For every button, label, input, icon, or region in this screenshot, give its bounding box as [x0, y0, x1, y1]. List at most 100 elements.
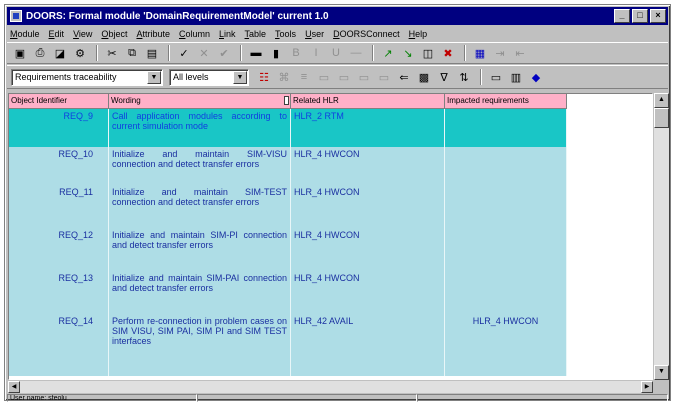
object-identifier-cell[interactable]: REQ_14	[9, 314, 109, 376]
link-end-icon[interactable]: ↘	[399, 44, 417, 62]
impacted-requirements-cell[interactable]	[445, 271, 567, 314]
close-button[interactable]: ×	[650, 9, 666, 23]
related-hlr-cell[interactable]: HLR_42 AVAIL	[291, 314, 445, 376]
delete-link-icon[interactable]: ✖	[439, 44, 457, 62]
cut-icon[interactable]: ✂	[103, 44, 121, 62]
scroll-down-icon[interactable]: ▼	[654, 365, 669, 380]
underline-icon[interactable]: U	[327, 44, 345, 62]
wording-cell[interactable]: Perform re-connection in problem cases o…	[109, 314, 291, 376]
outdent-icon[interactable]: ⇤	[511, 44, 529, 62]
related-hlr-cell[interactable]: HLR_4 HWCON	[291, 228, 445, 271]
wording-cell[interactable]: Initialize and maintain SIM-VISU connect…	[109, 147, 291, 185]
print-icon[interactable]: ⎙	[31, 44, 49, 62]
table-row[interactable]: REQ_10 Initialize and maintain SIM-VISU …	[9, 147, 652, 185]
menu-tools[interactable]: Tools	[275, 29, 296, 39]
menu-help[interactable]: Help	[409, 29, 428, 39]
link-properties-icon[interactable]: ◫	[419, 44, 437, 62]
menu-module[interactable]: Module	[10, 29, 40, 39]
horizontal-scrollbar[interactable]: ◀ ▶	[8, 381, 653, 393]
menu-object[interactable]: Object	[101, 29, 127, 39]
minimize-button[interactable]: _	[614, 9, 630, 23]
object-identifier-cell[interactable]: REQ_13	[9, 271, 109, 314]
menu-doorsconnect[interactable]: DOORSConnect	[333, 29, 400, 39]
chevron-down-icon[interactable]: ▼	[147, 70, 161, 84]
wording-cell[interactable]: Call application modules according to cu…	[109, 109, 291, 147]
save-icon[interactable]: ▣	[11, 44, 29, 62]
level-1-icon[interactable]: ▭	[315, 68, 333, 86]
related-hlr-cell[interactable]: HLR_4 HWCON	[291, 271, 445, 314]
table-row[interactable]: REQ_14 Perform re-connection in problem …	[9, 314, 652, 376]
scroll-up-icon[interactable]: ▲	[654, 93, 669, 108]
window-icon[interactable]: ▭	[487, 68, 505, 86]
spell-check-icon[interactable]: ✓	[175, 44, 193, 62]
vertical-scrollbar[interactable]: ▲ ▼	[654, 93, 669, 380]
bold-icon[interactable]: B	[287, 44, 305, 62]
level-3-icon[interactable]: ▭	[355, 68, 373, 86]
menu-column[interactable]: Column	[179, 29, 210, 39]
impacted-requirements-cell[interactable]: HLR_4 HWCON	[445, 314, 567, 376]
delete-icon[interactable]: ✕	[195, 44, 213, 62]
object-identifier-cell[interactable]: REQ_10	[9, 147, 109, 185]
level-2-icon[interactable]: ▭	[335, 68, 353, 86]
display-icon[interactable]: ▩	[415, 68, 433, 86]
impacted-requirements-cell[interactable]	[445, 147, 567, 185]
sort-icon[interactable]: ⇅	[455, 68, 473, 86]
vertical-scroll-thumb[interactable]	[654, 108, 669, 128]
maximize-button[interactable]: □	[632, 9, 648, 23]
table-icon[interactable]: ▦	[471, 44, 489, 62]
link-start-icon[interactable]: ↗	[379, 44, 397, 62]
column-resize-icon[interactable]	[284, 96, 289, 105]
chevron-down-icon[interactable]: ▼	[233, 70, 247, 84]
impacted-requirements-cell[interactable]	[445, 109, 567, 147]
paste-icon[interactable]: ▤	[143, 44, 161, 62]
view-select[interactable]: Requirements traceability ▼	[11, 68, 163, 86]
column-header-wording[interactable]: Wording	[109, 94, 291, 109]
filter-funnel-icon[interactable]: ∇	[435, 68, 453, 86]
menu-user[interactable]: User	[305, 29, 324, 39]
wording-cell[interactable]: Initialize and maintain SIM-PAI connecti…	[109, 271, 291, 314]
column-header-related-hlr[interactable]: Related HLR	[291, 94, 445, 109]
impacted-requirements-cell[interactable]	[445, 228, 567, 271]
related-hlr-cell[interactable]: HLR_4 HWCON	[291, 147, 445, 185]
menu-attribute[interactable]: Attribute	[136, 29, 170, 39]
doors-logo-icon[interactable]: ◆	[527, 68, 545, 86]
copy-icon[interactable]: ⧉	[123, 44, 141, 62]
outline-icon[interactable]: ☷	[255, 68, 273, 86]
object-identifier-cell[interactable]: REQ_11	[9, 185, 109, 228]
table-row[interactable]: REQ_12 Initialize and maintain SIM-PI co…	[9, 228, 652, 271]
wording-cell[interactable]: Initialize and maintain SIM-TEST connect…	[109, 185, 291, 228]
graphics-mode-icon[interactable]: ⌘	[275, 68, 293, 86]
wording-cell[interactable]: Initialize and maintain SIM-PI connectio…	[109, 228, 291, 271]
strikethrough-icon[interactable]: —	[347, 44, 365, 62]
italic-icon[interactable]: I	[307, 44, 325, 62]
object-identifier-cell[interactable]: REQ_9	[9, 109, 109, 147]
properties-icon[interactable]: ◪	[51, 44, 69, 62]
scroll-right-icon[interactable]: ▶	[641, 381, 653, 393]
impacted-requirements-cell[interactable]	[445, 185, 567, 228]
menu-view[interactable]: View	[73, 29, 92, 39]
level-4-icon[interactable]: ▭	[375, 68, 393, 86]
filter-icon[interactable]: ⚙	[71, 44, 89, 62]
object-identifier-cell[interactable]: REQ_12	[9, 228, 109, 271]
doors-app-icon[interactable]	[10, 10, 22, 22]
menu-link[interactable]: Link	[219, 29, 236, 39]
menu-edit[interactable]: Edit	[49, 29, 65, 39]
link-arrow-icon[interactable]: ⇐	[395, 68, 413, 86]
table-row[interactable]: REQ_13 Initialize and maintain SIM-PAI c…	[9, 271, 652, 314]
level-icon[interactable]: ≡	[295, 68, 313, 86]
column-header-impacted-requirements[interactable]: Impacted requirements	[445, 94, 567, 109]
insert-row-icon[interactable]: ▬	[247, 44, 265, 62]
table-row[interactable]: REQ_9 Call application modules according…	[9, 109, 652, 147]
related-hlr-cell[interactable]: HLR_2 RTM	[291, 109, 445, 147]
table-row[interactable]: REQ_11 Initialize and maintain SIM-TEST …	[9, 185, 652, 228]
related-hlr-cell[interactable]: HLR_4 HWCON	[291, 185, 445, 228]
column-header-object-identifier[interactable]: Object Identifier	[9, 94, 109, 109]
menu-table[interactable]: Table	[245, 29, 267, 39]
baseline-icon[interactable]: ▥	[507, 68, 525, 86]
insert-column-icon[interactable]: ▮	[267, 44, 285, 62]
check-icon[interactable]: ✔	[215, 44, 233, 62]
empty-cell	[567, 271, 652, 314]
scroll-left-icon[interactable]: ◀	[8, 381, 20, 393]
level-select[interactable]: All levels ▼	[169, 68, 249, 86]
indent-icon[interactable]: ⇥	[491, 44, 509, 62]
